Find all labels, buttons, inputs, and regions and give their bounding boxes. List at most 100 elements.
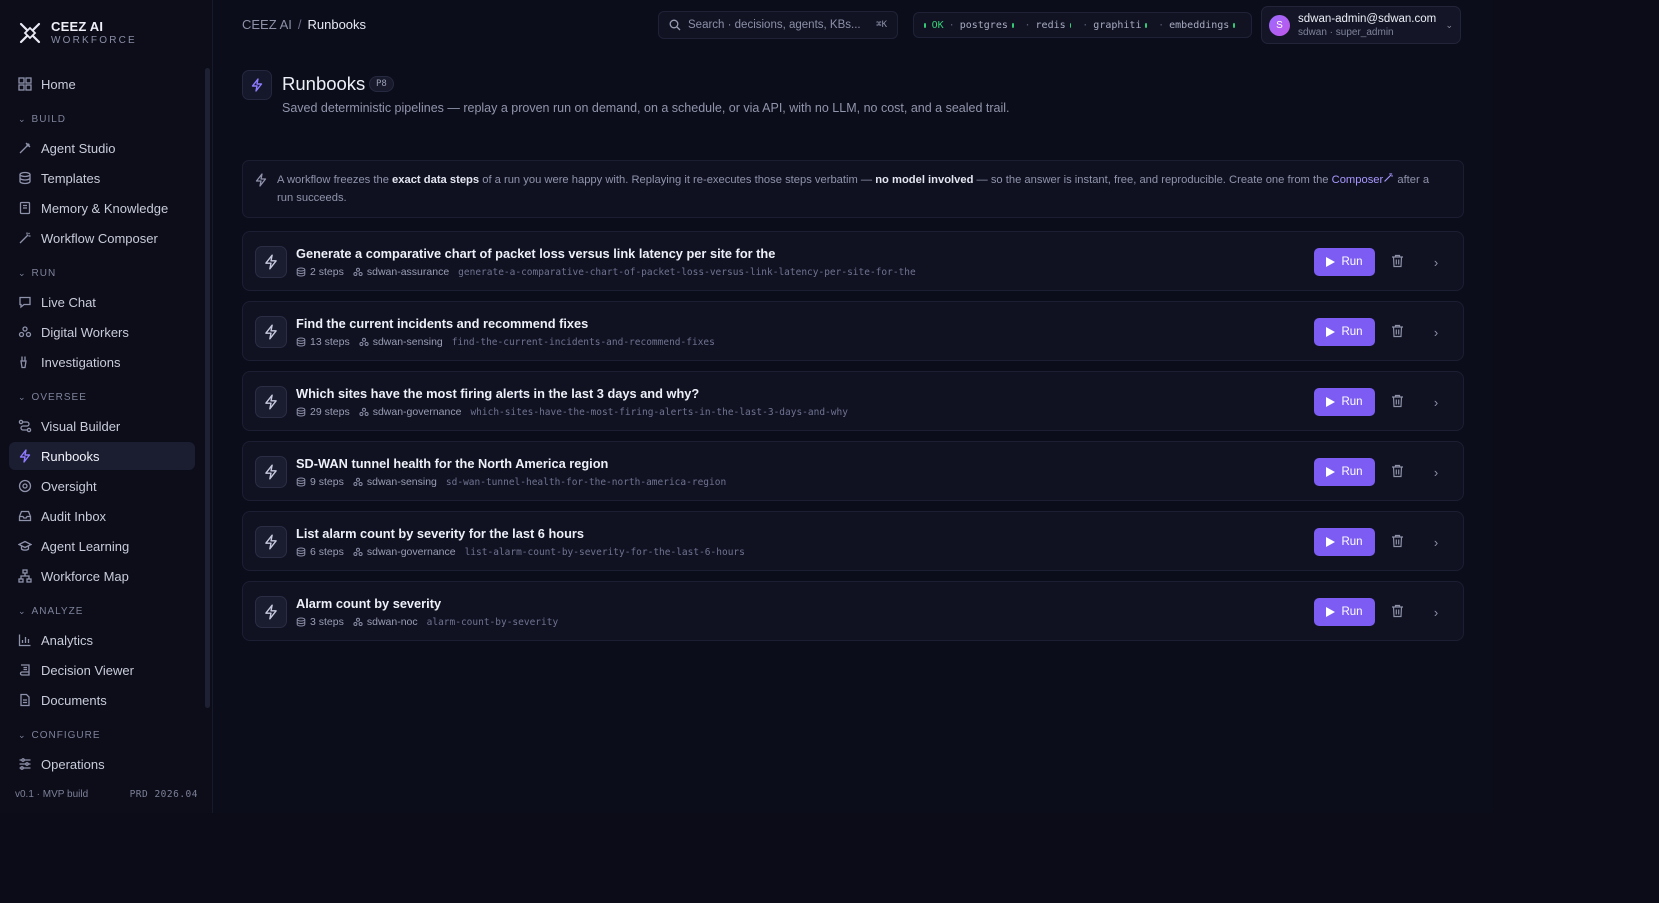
brand[interactable]: CEEZ AI WORKFORCE — [0, 0, 212, 50]
run-button[interactable]: Run — [1314, 598, 1375, 626]
info-emphasis: no model involved — [875, 174, 974, 186]
info-text: — so the answer is instant, free, and re… — [973, 174, 1332, 186]
sidebar-item-workflow-composer[interactable]: Workflow Composer — [9, 224, 195, 252]
section-build[interactable]: ⌄ BUILD — [9, 108, 195, 130]
trash-icon[interactable] — [1391, 464, 1405, 480]
section-title: OVERSEE — [31, 391, 87, 403]
magic-icon — [18, 231, 32, 245]
run-button[interactable]: Run — [1314, 388, 1375, 416]
run-button[interactable]: Run — [1314, 458, 1375, 486]
status-postgres: postgres — [959, 19, 1008, 31]
sidebar-item-analytics[interactable]: Analytics — [9, 626, 195, 654]
runbook-slug: generate-a-comparative-chart-of-packet-l… — [458, 266, 916, 278]
database-icon — [296, 547, 306, 557]
section-title: CONFIGURE — [31, 729, 101, 741]
play-icon — [1326, 327, 1336, 337]
section-configure[interactable]: ⌄ CONFIGURE — [9, 724, 195, 746]
run-button[interactable]: Run — [1314, 248, 1375, 276]
runbook-row[interactable]: Alarm count by severity 3 steps sdwan-no… — [242, 581, 1464, 641]
sidebar-item-audit-inbox[interactable]: Audit Inbox — [9, 502, 195, 530]
sidebar-item-home[interactable]: Home — [9, 70, 195, 98]
database-icon — [296, 407, 306, 417]
runbook-meta: 13 steps sdwan-sensing find-the-current-… — [296, 336, 715, 348]
page-badge: P8 — [369, 76, 394, 92]
app-shell: CEEZ AI WORKFORCE Home ⌄ BUILD Agent Stud… — [0, 0, 1493, 813]
chevron-down-icon: ⌄ — [1445, 19, 1453, 30]
trash-icon[interactable] — [1391, 534, 1405, 550]
chevron-right-icon[interactable]: › — [1430, 604, 1442, 620]
sidebar-item-live-chat[interactable]: Live Chat — [9, 288, 195, 316]
runbook-steps: 2 steps — [310, 266, 344, 278]
section-run[interactable]: ⌄ RUN — [9, 262, 195, 284]
database-icon — [296, 477, 306, 487]
chevron-right-icon[interactable]: › — [1430, 464, 1442, 480]
bolt-icon — [254, 173, 268, 187]
runbook-row[interactable]: List alarm count by severity for the las… — [242, 511, 1464, 571]
bolt-icon — [255, 246, 287, 278]
user-menu[interactable]: S sdwan-admin@sdwan.com sdwan · super_ad… — [1261, 6, 1461, 44]
run-button-label: Run — [1341, 536, 1363, 548]
section-title: RUN — [31, 267, 57, 279]
run-button[interactable]: Run — [1314, 528, 1375, 556]
bolt-icon — [255, 386, 287, 418]
sidebar-item-operations[interactable]: Operations — [9, 750, 195, 778]
runbook-list: Generate a comparative chart of packet l… — [242, 231, 1464, 651]
system-status[interactable]: OK · postgres · redis · graphiti · embedding… — [913, 12, 1252, 38]
agent-icon — [359, 407, 369, 417]
runbook-row[interactable]: SD-WAN tunnel health for the North Ameri… — [242, 441, 1464, 501]
eye-icon — [18, 479, 32, 493]
sidebar-item-templates[interactable]: Templates — [9, 164, 195, 192]
sidebar-item-documents[interactable]: Documents — [9, 686, 195, 714]
sidebar-item-investigations[interactable]: Investigations — [9, 348, 195, 376]
inbox-icon — [18, 509, 32, 523]
sidebar-item-visual-builder[interactable]: Visual Builder — [9, 412, 195, 440]
run-button[interactable]: Run — [1314, 318, 1375, 346]
play-icon — [1326, 397, 1336, 407]
sidebar-item-label: Analytics — [41, 632, 94, 648]
runbook-steps: 13 steps — [310, 336, 350, 348]
sidebar-item-runbooks[interactable]: Runbooks — [9, 442, 195, 470]
runbook-meta: 9 steps sdwan-sensing sd-wan-tunnel-heal… — [296, 476, 726, 488]
network-icon — [18, 569, 32, 583]
chevron-down-icon: ⌄ — [18, 729, 27, 740]
sidebar-item-oversight[interactable]: Oversight — [9, 472, 195, 500]
breadcrumb-root[interactable]: CEEZ AI — [242, 17, 292, 32]
agent-icon — [353, 267, 363, 277]
agent-icon — [359, 337, 369, 347]
sidebar-item-memory-knowledge[interactable]: Memory & Knowledge — [9, 194, 195, 222]
sidebar-item-agent-studio[interactable]: Agent Studio — [9, 134, 195, 162]
bar-chart-icon — [18, 633, 32, 647]
trash-icon[interactable] — [1391, 254, 1405, 270]
avatar: S — [1269, 14, 1290, 36]
trash-icon[interactable] — [1391, 394, 1405, 410]
sidebar-scrollbar[interactable] — [205, 68, 210, 708]
chevron-right-icon[interactable]: › — [1430, 534, 1442, 550]
runbook-title: Which sites have the most firing alerts … — [296, 386, 700, 401]
status-dot-icon — [924, 22, 926, 28]
info-emphasis: exact data steps — [392, 174, 480, 186]
sidebar-item-label: Agent Studio — [41, 140, 116, 156]
runbook-row[interactable]: Which sites have the most firing alerts … — [242, 371, 1464, 431]
trash-icon[interactable] — [1391, 604, 1405, 620]
chevron-right-icon[interactable]: › — [1430, 394, 1442, 410]
section-analyze[interactable]: ⌄ ANALYZE — [9, 600, 195, 622]
sidebar-item-digital-workers[interactable]: Digital Workers — [9, 318, 195, 346]
run-button-label: Run — [1341, 256, 1363, 268]
section-oversee[interactable]: ⌄ OVERSEE — [9, 386, 195, 408]
sidebar-item-agent-learning[interactable]: Agent Learning — [9, 532, 195, 560]
runbook-meta: 2 steps sdwan-assurance generate-a-compa… — [296, 266, 916, 278]
search-input[interactable]: Search · decisions, agents, KBs... ⌘K — [658, 11, 898, 39]
chevron-right-icon[interactable]: › — [1430, 324, 1442, 340]
runbook-title: SD-WAN tunnel health for the North Ameri… — [296, 456, 609, 471]
runbook-slug: find-the-current-incidents-and-recommend… — [451, 336, 715, 348]
runbook-row[interactable]: Generate a comparative chart of packet l… — [242, 231, 1464, 291]
chevron-right-icon[interactable]: › — [1430, 254, 1442, 270]
runbook-row[interactable]: Find the current incidents and recommend… — [242, 301, 1464, 361]
trash-icon[interactable] — [1391, 324, 1405, 340]
composer-link[interactable]: Composer — [1332, 174, 1384, 186]
sidebar-item-workforce-map[interactable]: Workforce Map — [9, 562, 195, 590]
sidebar-item-label: Templates — [41, 170, 101, 186]
sidebar-item-decision-viewer[interactable]: Decision Viewer — [9, 656, 195, 684]
page-title: Runbooks — [282, 73, 366, 94]
search-shortcut: ⌘K — [876, 20, 887, 30]
